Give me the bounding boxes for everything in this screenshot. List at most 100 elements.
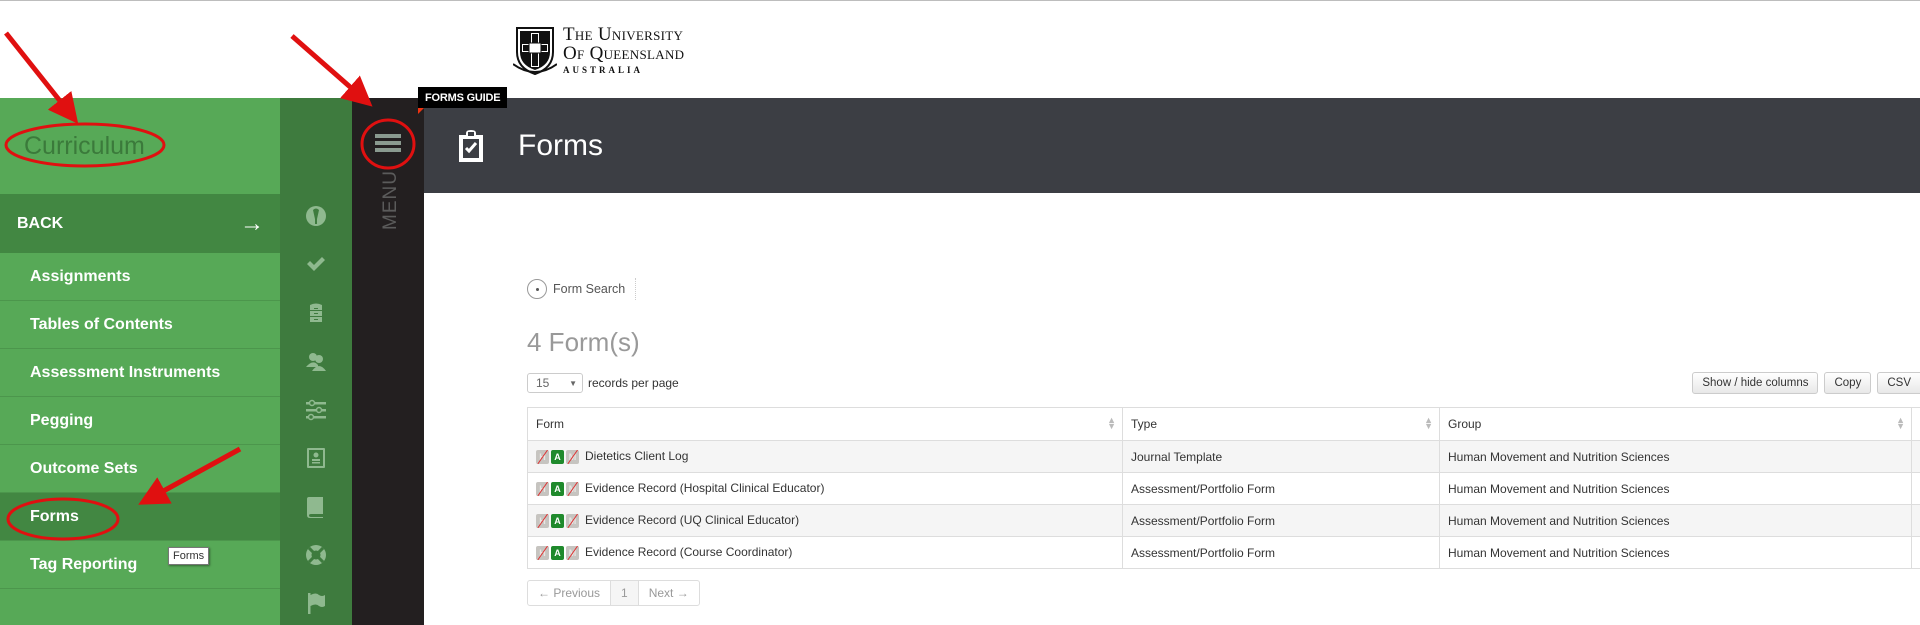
next-page-button[interactable]: Next → — [639, 581, 699, 605]
status-badges: HAM — [536, 545, 581, 560]
table-row[interactable]: H A M Evidence Record (UQ Clinical Educator… — [527, 504, 1920, 537]
id-card-icon[interactable] — [280, 443, 352, 473]
badge-h: H — [536, 545, 549, 560]
forms-table: Form ▲ ▼ Type ▲ ▼ Group ▲ ▼ H A M Dietetics Clien… — [527, 407, 1920, 569]
form-type: Assessment/Portfolio Form — [1122, 472, 1440, 505]
sidebar-item-assignments[interactable]: Assignments — [0, 253, 280, 301]
table-header-row: Form ▲ ▼ Type ▲ ▼ Group ▲ ▼ — [527, 407, 1920, 441]
status-badges: HAM — [536, 481, 581, 496]
sidebar-item-forms[interactable]: Forms — [0, 493, 280, 541]
logo-line-1: The University — [563, 24, 684, 45]
show-hide-columns-button[interactable]: Show / hide columns — [1692, 372, 1819, 394]
form-name[interactable]: Evidence Record (Course Coordinator) — [585, 545, 792, 559]
sidebar-item-label: Assessment Instruments — [30, 363, 221, 381]
check-icon[interactable] — [280, 249, 352, 279]
section-sidebar: Curriculum BACK → Assignments Tables of … — [0, 98, 280, 625]
column-header-form[interactable]: Form ▲ ▼ — [527, 407, 1123, 441]
page-header: Forms — [424, 98, 1920, 193]
form-group: Human Movement and Nutrition Sciences — [1439, 472, 1912, 505]
csv-button[interactable]: CSV — [1877, 372, 1920, 394]
caret-down-icon: ▼ — [569, 378, 577, 388]
form-group: Human Movement and Nutrition Sciences — [1439, 536, 1912, 569]
radio-icon — [527, 279, 547, 299]
back-label: BACK — [17, 214, 64, 232]
form-group: Human Movement and Nutrition Sciences — [1439, 504, 1912, 537]
sidebar-item-label: Forms — [30, 507, 79, 525]
sidebar-item-tag-reporting[interactable]: Tag Reporting — [0, 541, 280, 589]
sort-icon: ▲ ▼ — [1107, 415, 1116, 431]
section-title: Curriculum — [24, 131, 145, 160]
form-extra: S — [1911, 440, 1920, 473]
badge-m: M — [566, 513, 579, 528]
page-1-button[interactable]: 1 — [611, 581, 639, 605]
column-label: Group — [1448, 417, 1482, 431]
column-header-extra[interactable] — [1911, 407, 1920, 441]
top-border — [0, 0, 1920, 1]
records-per-page-value: 15 — [536, 376, 550, 390]
column-label: Type — [1131, 417, 1158, 431]
sidebar-item-label: Pegging — [30, 411, 94, 429]
badge-h: H — [536, 513, 549, 528]
users-icon[interactable] — [280, 346, 352, 376]
badge-h: H — [536, 449, 549, 464]
sidebar-item-label: Tag Reporting — [30, 555, 138, 573]
form-search-label: Form Search — [553, 282, 626, 296]
tooltip-corner-marker — [418, 108, 424, 114]
form-type: Assessment/Portfolio Form — [1122, 504, 1440, 537]
sliders-icon[interactable] — [280, 395, 352, 425]
annotation-arrow-menu — [290, 34, 373, 107]
table-row[interactable]: H A M Dietetics Client Log Journal Template… — [527, 440, 1920, 473]
back-button[interactable]: BACK → — [0, 194, 280, 253]
hamburger-icon[interactable] — [375, 134, 401, 156]
menu-strip: MENU — [352, 98, 424, 625]
badge-a: A — [551, 513, 564, 528]
column-header-type[interactable]: Type ▲ ▼ — [1122, 407, 1440, 441]
logo-line-2: Of Queensland — [563, 43, 685, 64]
form-type: Journal Template — [1122, 440, 1440, 473]
column-header-group[interactable]: Group ▲ ▼ — [1439, 407, 1912, 441]
form-search-toggle[interactable]: Form Search — [527, 278, 637, 300]
sidebar-item-label: Outcome Sets — [30, 459, 138, 477]
badge-a: A — [551, 449, 564, 464]
sidebar-item-tables-of-contents[interactable]: Tables of Contents — [0, 301, 280, 349]
form-type: Assessment/Portfolio Form — [1122, 536, 1440, 569]
icon-rail — [280, 98, 352, 625]
logo-line-3: AUSTRALIA — [563, 65, 644, 75]
copy-button[interactable]: Copy — [1824, 372, 1872, 394]
menu-label[interactable]: MENU — [380, 170, 401, 230]
previous-page-button[interactable]: ← Previous — [528, 581, 612, 605]
status-badges: HAM — [536, 513, 581, 528]
sort-icon: ▲ ▼ — [1424, 415, 1433, 431]
sidebar-item-label: Assignments — [30, 267, 131, 285]
badge-m: M — [566, 545, 579, 560]
badge-m: M — [566, 449, 579, 464]
form-name[interactable]: Evidence Record (UQ Clinical Educator) — [585, 513, 799, 527]
book-icon[interactable] — [280, 492, 352, 522]
badge-a: A — [551, 481, 564, 496]
column-label: Form — [536, 417, 564, 431]
records-per-page-label: records per page — [588, 376, 679, 390]
sidebar-item-pegging[interactable]: Pegging — [0, 397, 280, 445]
sort-icon: ▲ ▼ — [1896, 415, 1905, 431]
sidebar-item-assessment-instruments[interactable]: Assessment Instruments — [0, 349, 280, 397]
sidebar-item-label: Tables of Contents — [30, 315, 173, 333]
records-per-page: 15 ▼ records per page — [527, 373, 679, 393]
university-logo[interactable]: The University Of Queensland AUSTRALIA — [513, 24, 693, 76]
arrow-right-icon: → — [240, 209, 264, 237]
table-row[interactable]: H A M Evidence Record (Hospital Clinical Ed… — [527, 472, 1920, 505]
flag-icon[interactable] — [280, 588, 352, 618]
lifebuoy-icon[interactable] — [280, 540, 352, 570]
form-name[interactable]: Evidence Record (Hospital Clinical Educa… — [585, 481, 824, 495]
lightbulb-icon[interactable] — [280, 201, 352, 231]
cabinet-icon[interactable] — [280, 298, 352, 328]
sidebar-item-outcome-sets[interactable]: Outcome Sets — [0, 445, 280, 493]
forms-hover-tooltip: Forms — [168, 547, 210, 565]
pagination: ← Previous 1 Next → — [527, 580, 700, 606]
forms-guide-tooltip[interactable]: FORMS GUIDE — [418, 87, 508, 108]
form-name[interactable]: Dietetics Client Log — [585, 449, 688, 463]
table-row[interactable]: H A M Evidence Record (Course Coordinator) … — [527, 536, 1920, 569]
badge-h: H — [536, 481, 549, 496]
form-extra: S — [1911, 536, 1920, 569]
form-extra: S — [1911, 504, 1920, 537]
records-per-page-select[interactable]: 15 ▼ — [527, 373, 583, 393]
